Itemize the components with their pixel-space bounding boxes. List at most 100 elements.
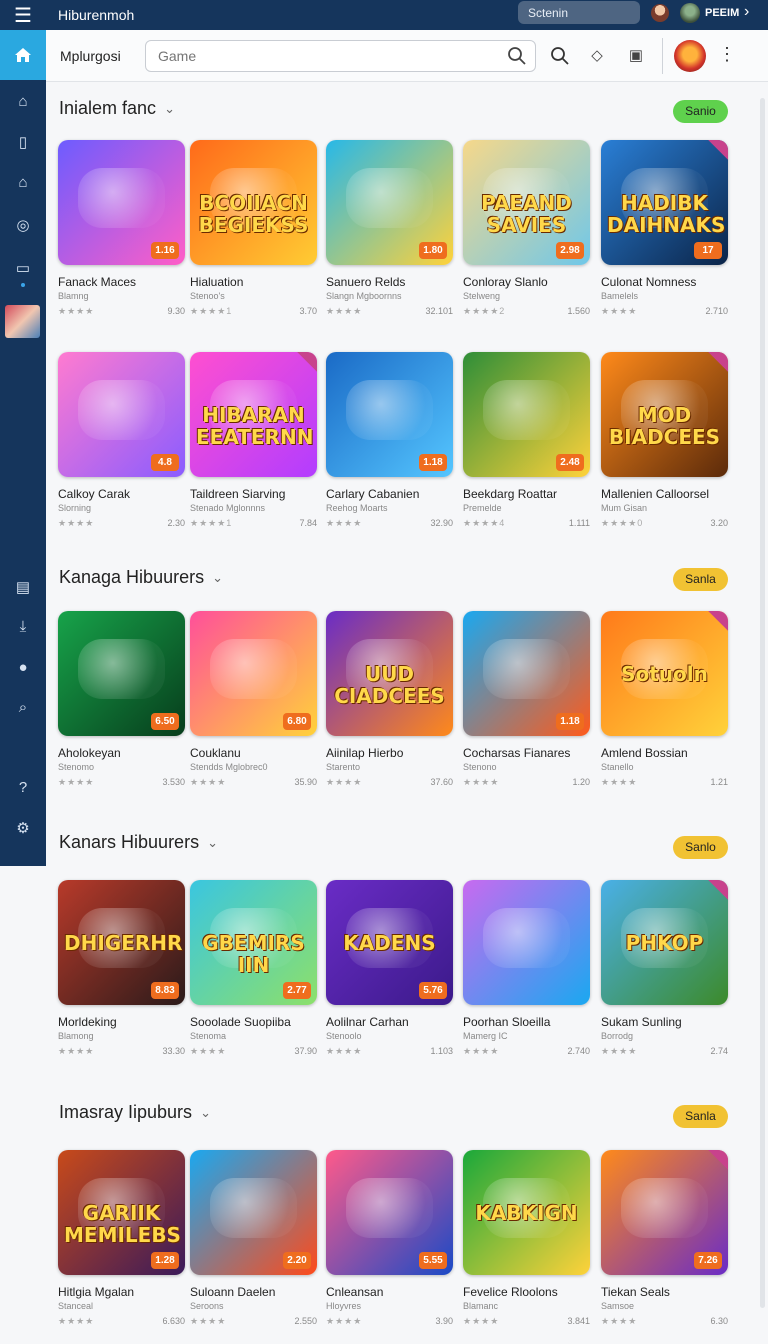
game-thumbnail[interactable]: 6.50 bbox=[58, 611, 185, 736]
game-thumbnail[interactable]: BCOIIACN BEGIEKSS bbox=[190, 140, 317, 265]
game-title[interactable]: Sukam Sunling bbox=[601, 1015, 728, 1029]
game-thumbnail[interactable]: GBEMIRS IIN 2.77 bbox=[190, 880, 317, 1005]
top-search-box[interactable]: Sctenin bbox=[518, 1, 640, 24]
game-card[interactable]: UUD CIADCEES Aiinilap Hierbo Starento ★★★★ 3… bbox=[326, 611, 453, 788]
game-card[interactable]: HADIBK DAIHNAKS 17 Culonat Nomness Bamelels… bbox=[601, 140, 728, 317]
game-title[interactable]: Aiinilap Hierbo bbox=[326, 746, 453, 760]
diamond-icon[interactable]: ◇ bbox=[587, 46, 607, 66]
game-card[interactable]: GBEMIRS IIN 2.77 Sooolade Suopiiba Stenoma ★… bbox=[190, 880, 317, 1057]
home-icon[interactable] bbox=[0, 30, 46, 80]
game-thumbnail[interactable]: 2.20 bbox=[190, 1150, 317, 1275]
section-title[interactable]: Imasray Iipuburs ⌄ bbox=[59, 1102, 211, 1123]
game-thumbnail[interactable]: PAEAND SAVIES 2.98 bbox=[463, 140, 590, 265]
game-thumbnail[interactable]: PHKOP bbox=[601, 880, 728, 1005]
section-title[interactable]: Kanars Hibuurers ⌄ bbox=[59, 832, 218, 853]
game-title[interactable]: Mallenien Calloorsel bbox=[601, 487, 728, 501]
gear-icon[interactable]: ⚙ bbox=[0, 812, 46, 844]
game-card[interactable]: 1.18 Cocharsas Fianares Stenono ★★★★ 1.20 bbox=[463, 611, 590, 788]
game-thumbnail[interactable]: 1.18 bbox=[326, 352, 453, 477]
game-title[interactable]: Fanack Maces bbox=[58, 275, 185, 289]
game-thumbnail[interactable]: HADIBK DAIHNAKS 17 bbox=[601, 140, 728, 265]
game-title[interactable]: Taildreen Siarving bbox=[190, 487, 317, 501]
game-card[interactable]: KABKIGN Fevelice Rloolons Blamanc ★★★★ 3.841 bbox=[463, 1150, 590, 1327]
game-card[interactable]: 7.26 Tiekan Seals Samsoe ★★★★ 6.30 bbox=[601, 1150, 728, 1327]
game-card[interactable]: 1.80 Sanuero Relds Slangn Mgboornns ★★★★ 32.… bbox=[326, 140, 453, 317]
game-card[interactable]: BCOIIACN BEGIEKSS Hialuation Stenoo's ★★★★1… bbox=[190, 140, 317, 317]
thumbnail[interactable] bbox=[5, 305, 40, 338]
game-card[interactable]: 6.80 Couklanu Stendds Mglobrec0 ★★★★ 35.90 bbox=[190, 611, 317, 788]
list-icon[interactable]: ▤ bbox=[0, 571, 46, 603]
game-title[interactable]: Sooolade Suopiiba bbox=[190, 1015, 317, 1029]
section-title[interactable]: Kanaga Hibuurers ⌄ bbox=[59, 567, 223, 588]
game-title[interactable]: Carlary Cabanien bbox=[326, 487, 453, 501]
game-title[interactable]: Suloann Daelen bbox=[190, 1285, 317, 1299]
game-title[interactable]: Amlend Bossian bbox=[601, 746, 728, 760]
avatar[interactable] bbox=[651, 4, 669, 22]
game-card[interactable]: MOD BIADCEES Mallenien Calloorsel Mum Gisa… bbox=[601, 352, 728, 529]
game-card[interactable]: 6.50 Aholokeyan Stenomo ★★★★ 3.530 bbox=[58, 611, 185, 788]
game-card[interactable]: KADENS 5.76 Aolilnar Carhan Stenoolo ★★★★ 1.1… bbox=[326, 880, 453, 1057]
game-thumbnail[interactable]: KABKIGN bbox=[463, 1150, 590, 1275]
game-thumbnail[interactable]: 5.55 bbox=[326, 1150, 453, 1275]
game-thumbnail[interactable] bbox=[463, 880, 590, 1005]
book-icon[interactable]: ▯ bbox=[0, 126, 46, 158]
search-icon[interactable]: ⌕ bbox=[0, 691, 46, 723]
game-thumbnail[interactable]: 6.80 bbox=[190, 611, 317, 736]
chevron-down-icon[interactable]: ⌄ bbox=[200, 1105, 211, 1121]
game-card[interactable]: 1.18 Carlary Cabanien Reehog Moarts ★★★★ 32.… bbox=[326, 352, 453, 529]
chevron-down-icon[interactable]: ⌄ bbox=[164, 101, 175, 117]
game-thumbnail[interactable]: 4.8 bbox=[58, 352, 185, 477]
game-card[interactable]: HIBARAN EEATERNN Taildreen Siarving Stenad… bbox=[190, 352, 317, 529]
game-card[interactable]: 4.8 Calkoy Carak Slorning ★★★★ 2.30 bbox=[58, 352, 185, 529]
game-title[interactable]: Hitlgia Mgalan bbox=[58, 1285, 185, 1299]
game-thumbnail[interactable]: 1.16 bbox=[58, 140, 185, 265]
game-title[interactable]: Cnleansan bbox=[326, 1285, 453, 1299]
person-icon[interactable]: ● bbox=[0, 651, 46, 683]
game-card[interactable]: Sotuoln Amlend Bossian Stanello ★★★★ 1.21 bbox=[601, 611, 728, 788]
game-title[interactable]: Fevelice Rloolons bbox=[463, 1285, 590, 1299]
game-thumbnail[interactable]: MOD BIADCEES bbox=[601, 352, 728, 477]
game-card[interactable]: PHKOP Sukam Sunling Borrodg ★★★★ 2.74 bbox=[601, 880, 728, 1057]
game-title[interactable]: Couklanu bbox=[190, 746, 317, 760]
game-title[interactable]: Aolilnar Carhan bbox=[326, 1015, 453, 1029]
section-action-pill[interactable]: Sanio bbox=[673, 100, 728, 123]
game-thumbnail[interactable]: DHIGERHR 8.83 bbox=[58, 880, 185, 1005]
game-thumbnail[interactable]: HIBARAN EEATERNN bbox=[190, 352, 317, 477]
section-title[interactable]: Inialem fanc ⌄ bbox=[59, 98, 175, 119]
game-card[interactable]: 1.16 Fanack Maces Blamng ★★★★ 9.30 bbox=[58, 140, 185, 317]
disc-icon[interactable]: ◎ bbox=[0, 209, 46, 241]
menu-icon[interactable]: ☰ bbox=[0, 0, 46, 30]
game-card[interactable]: 2.20 Suloann Daelen Seroons ★★★★ 2.550 bbox=[190, 1150, 317, 1327]
gallery-icon[interactable]: ▣ bbox=[626, 46, 646, 66]
help-icon[interactable]: ? bbox=[0, 771, 46, 803]
game-title[interactable]: Conloray Slanlo bbox=[463, 275, 590, 289]
game-thumbnail[interactable]: GARIIK MEMILEBS 1.28 bbox=[58, 1150, 185, 1275]
game-title[interactable]: Sanuero Relds bbox=[326, 275, 453, 289]
house-icon[interactable]: ⌂ bbox=[0, 85, 46, 117]
game-thumbnail[interactable]: 1.18 bbox=[463, 611, 590, 736]
game-card[interactable]: DHIGERHR 8.83 Morldeking Blamong ★★★★ 33.30 bbox=[58, 880, 185, 1057]
profile-avatar[interactable] bbox=[674, 40, 706, 72]
game-thumbnail[interactable]: Sotuoln bbox=[601, 611, 728, 736]
game-thumbnail[interactable]: 2.48 bbox=[463, 352, 590, 477]
game-title[interactable]: Tiekan Seals bbox=[601, 1285, 728, 1299]
game-card[interactable]: GARIIK MEMILEBS 1.28 Hitlgia Mgalan Stancea… bbox=[58, 1150, 185, 1327]
game-title[interactable]: Poorhan Sloeilla bbox=[463, 1015, 590, 1029]
game-title[interactable]: Aholokeyan bbox=[58, 746, 185, 760]
chevron-down-icon[interactable]: ⌄ bbox=[212, 570, 223, 586]
user-avatar[interactable] bbox=[680, 3, 700, 23]
more-icon[interactable]: ⋮ bbox=[718, 44, 736, 65]
game-card[interactable]: PAEAND SAVIES 2.98 Conloray Slanlo Stelweng… bbox=[463, 140, 590, 317]
section-action-pill[interactable]: Sanla bbox=[673, 568, 728, 591]
game-title[interactable]: Morldeking bbox=[58, 1015, 185, 1029]
scrollbar[interactable] bbox=[760, 98, 765, 1308]
game-thumbnail[interactable]: KADENS 5.76 bbox=[326, 880, 453, 1005]
section-action-pill[interactable]: Sanla bbox=[673, 1105, 728, 1128]
search-icon[interactable] bbox=[550, 46, 570, 66]
user-name[interactable]: PEEIM bbox=[705, 7, 739, 19]
monitor-icon[interactable]: ▭ bbox=[0, 252, 46, 284]
search-input[interactable] bbox=[145, 40, 536, 72]
game-card[interactable]: 2.48 Beekdarg Roattar Premelde ★★★★4 1.111 bbox=[463, 352, 590, 529]
game-title[interactable]: Cocharsas Fianares bbox=[463, 746, 590, 760]
game-thumbnail[interactable]: UUD CIADCEES bbox=[326, 611, 453, 736]
